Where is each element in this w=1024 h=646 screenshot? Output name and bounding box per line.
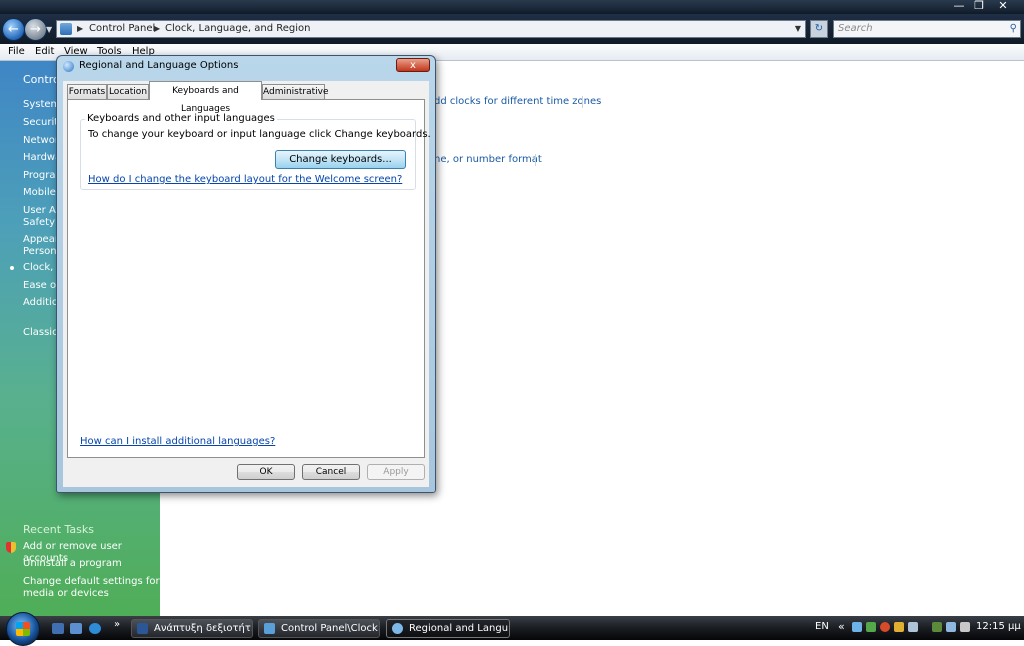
close-window-button[interactable]: ✕ [992, 0, 1014, 12]
globe-icon [63, 61, 74, 72]
link-separator [582, 96, 583, 108]
globe-icon [392, 623, 403, 634]
input-language-indicator[interactable]: EN [815, 621, 829, 632]
recent-task-default-settings[interactable]: Change default settings for [23, 576, 160, 588]
link-separator [535, 154, 536, 166]
taskbar-button-label: Control Panel\Clock... [281, 623, 380, 634]
control-panel-icon [60, 23, 72, 35]
tray-app-icon[interactable] [866, 622, 876, 632]
start-button[interactable] [6, 612, 40, 646]
breadcrumb-clock-language-region[interactable]: Clock, Language, and Region [165, 21, 310, 37]
tray-antivirus-icon[interactable] [880, 622, 890, 632]
system-clock[interactable]: 12:15 μμ [976, 621, 1021, 632]
search-placeholder: Search [838, 23, 873, 34]
tray-device-icon[interactable] [908, 622, 918, 632]
windows-logo-icon [16, 622, 30, 636]
address-dropdown-icon[interactable]: ▼ [795, 21, 801, 37]
forward-button[interactable]: → [24, 18, 47, 41]
taskbar-button-control-panel[interactable]: Control Panel\Clock... [258, 619, 380, 638]
taskbar-button-regional-language[interactable]: Regional and Langu... [386, 619, 510, 638]
word-icon [137, 623, 148, 634]
control-panel-icon [264, 623, 275, 634]
quick-launch-chevron-icon[interactable]: » [114, 619, 120, 630]
explorer-title-bar: — ❐ ✕ [0, 0, 1024, 14]
show-desktop-icon[interactable] [52, 623, 64, 634]
ok-button[interactable]: OK [237, 464, 295, 480]
tray-network-icon[interactable] [852, 622, 862, 632]
tray-battery-icon[interactable] [932, 622, 942, 632]
regional-language-dialog: Regional and Language Options x Formats … [56, 55, 436, 493]
welcome-screen-keyboard-link[interactable]: How do I change the keyboard layout for … [88, 174, 402, 185]
tray-network-status-icon[interactable] [946, 622, 956, 632]
change-keyboards-button[interactable]: Change keyboards... [275, 150, 406, 169]
tab-administrative[interactable]: Administrative [262, 84, 329, 99]
navigation-bar: ← → ▼ ▶ Control Panel ▶ Clock, Language,… [0, 14, 1024, 44]
taskbar: » Ανάπτυξη δεξιοτήτ... Control Panel\Clo… [0, 612, 1024, 646]
tab-location[interactable]: Location [107, 84, 149, 99]
sidebar-item-user-accounts-line2[interactable]: Safety [23, 217, 55, 228]
breadcrumb-control-panel[interactable]: Control Panel [89, 21, 155, 37]
cancel-button[interactable]: Cancel [302, 464, 360, 480]
sidebar-item-appearance[interactable]: Appear [23, 234, 59, 245]
show-hidden-icons-chevron[interactable]: « [838, 620, 845, 633]
dialog-title: Regional and Language Options [79, 60, 239, 71]
minimize-button[interactable]: — [948, 0, 970, 12]
menu-edit[interactable]: Edit [35, 46, 54, 57]
recent-task-uninstall-program[interactable]: Uninstall a program [23, 558, 122, 570]
link-number-format[interactable]: ne, or number format [434, 154, 542, 165]
groupbox-description: To change your keyboard or input languag… [88, 129, 431, 140]
apply-button[interactable]: Apply [367, 464, 425, 480]
uac-shield-icon [6, 542, 16, 553]
sidebar-item-system[interactable]: System [23, 99, 60, 110]
tab-formats[interactable]: Formats [67, 84, 107, 99]
dialog-close-button[interactable]: x [396, 58, 430, 72]
tray-security-icon[interactable] [894, 622, 904, 632]
refresh-icon[interactable]: ↻ [810, 20, 828, 38]
recent-tasks-title: Recent Tasks [23, 523, 94, 536]
taskbar-button-label: Ανάπτυξη δεξιοτήτ... [154, 623, 253, 634]
sidebar-item-mobile[interactable]: Mobile [23, 187, 56, 198]
dialog-body: Formats Location Keyboards and Languages… [63, 81, 431, 487]
search-icon[interactable]: ⚲ [1010, 21, 1017, 37]
tab-keyboards-and-languages[interactable]: Keyboards and Languages [149, 81, 262, 114]
internet-explorer-icon[interactable] [89, 623, 101, 634]
breadcrumb-arrow-icon[interactable]: ▶ [154, 21, 160, 37]
address-bar[interactable]: ▶ Control Panel ▶ Clock, Language, and R… [56, 20, 806, 38]
breadcrumb-arrow-icon[interactable]: ▶ [77, 21, 83, 37]
taskbar-button-label: Regional and Langu... [409, 623, 510, 634]
sidebar-item-additional-options[interactable]: Additio [23, 297, 58, 308]
search-input[interactable]: Search ⚲ [833, 20, 1021, 38]
install-languages-link[interactable]: How can I install additional languages? [80, 436, 275, 447]
back-button[interactable]: ← [2, 18, 25, 41]
switch-windows-icon[interactable] [70, 623, 82, 634]
recent-task-default-settings-line2[interactable]: media or devices [23, 588, 109, 600]
taskbar-button-word-document[interactable]: Ανάπτυξη δεξιοτήτ... [131, 619, 253, 638]
sidebar-item-ease-of-access[interactable]: Ease of [23, 280, 60, 291]
sidebar-item-classic-view[interactable]: Classic [23, 327, 58, 338]
restore-button[interactable]: ❐ [968, 0, 990, 12]
keyboards-groupbox: Keyboards and other input languages To c… [80, 113, 431, 190]
volume-icon[interactable] [960, 622, 970, 632]
menu-file[interactable]: File [8, 46, 25, 57]
tab-panel: Keyboards and other input languages To c… [67, 99, 431, 458]
current-item-bullet-icon [10, 266, 14, 270]
link-add-clocks[interactable]: dd clocks for different time zones [434, 96, 601, 107]
recent-pages-dropdown-icon[interactable]: ▼ [46, 25, 52, 34]
